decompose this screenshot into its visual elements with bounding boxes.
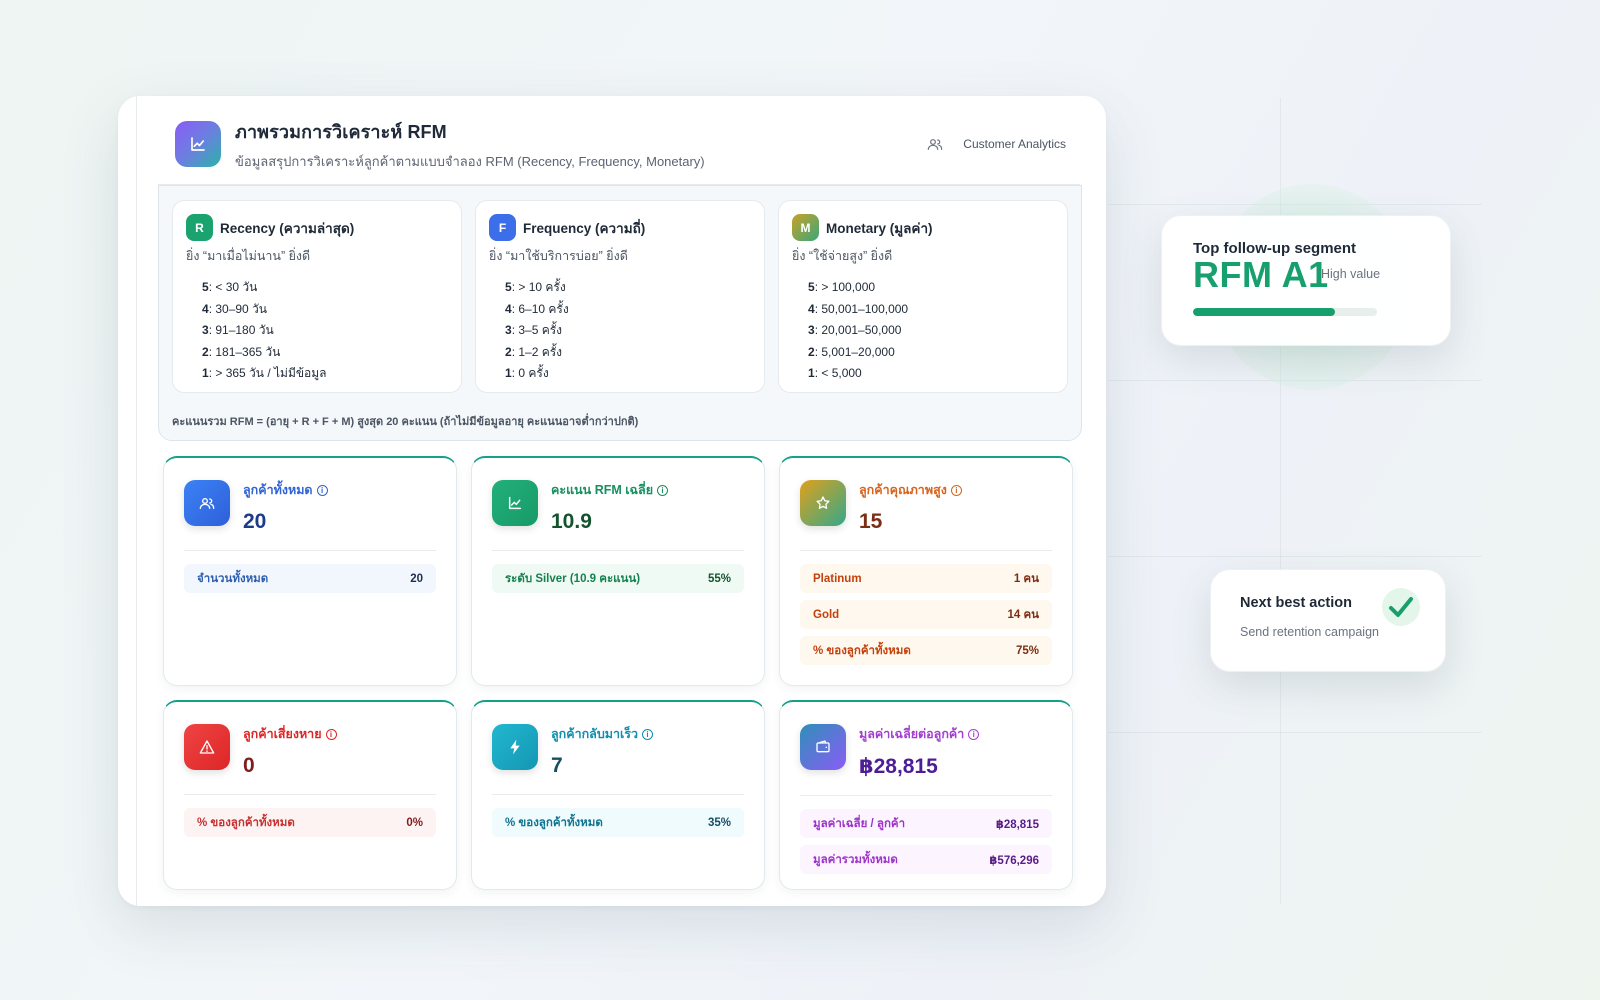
list-item: 1: < 5,000 [808,366,862,381]
info-icon[interactable]: i [950,484,962,496]
users-icon [927,137,943,151]
stat-label: คะแนน RFM เฉลี่ย [551,483,654,497]
stat-card-avg-value[interactable]: มูลค่าเฉลี่ยต่อลูกค้า i ฿28,815 มูลค่าเฉล… [779,700,1073,890]
stat-value: 15 [859,510,883,533]
stat-label: ลูกค้าคุณภาพสูง [859,483,947,497]
recency-title: Recency (ความล่าสุด) [220,220,355,236]
warning-icon [184,724,230,770]
frequency-desc: ยิ่ง “มาใช้บริการบ่อย” ยิ่งดี [489,249,628,263]
page-subtitle: ข้อมูลสรุปการวิเคราะห์ลูกค้าตามแบบจำลอง … [235,153,705,169]
recency-badge: R [186,214,213,241]
stat-value: 7 [551,754,563,777]
segment-card[interactable]: Top follow-up segment High value RFM A1 [1161,215,1451,346]
segment-tag: High value [1321,267,1381,281]
stat-label: ลูกค้าเสี่ยงหาย [243,727,322,741]
stat-divider [800,795,1052,796]
segment-name: RFM A1 [1193,254,1329,295]
check-icon [1382,588,1420,626]
list-item: 3: 91–180 วัน [202,323,274,338]
frequency-title: Frequency (ความถี่) [523,220,646,236]
stat-divider [492,794,744,795]
stat-row: มูลค่าเฉลี่ย / ลูกค้า ฿28,815 [800,809,1052,838]
stat-label: ลูกค้ากลับมาเร็ว [551,727,639,741]
stat-row: Platinum 1 คน [800,564,1052,593]
list-item: 2: 5,001–20,000 [808,344,895,359]
card-left-rule [136,96,137,906]
info-icon[interactable]: i [325,728,337,740]
lightning-icon [492,724,538,770]
chart-icon [492,480,538,526]
rfm-overview-card: ภาพรวมการวิเคราะห์ RFM ข้อมูลสรุปการวิเค… [118,96,1106,906]
stat-divider [492,550,744,551]
info-icon[interactable]: i [657,484,669,496]
users-icon [184,480,230,526]
stat-divider [800,550,1052,551]
stat-card-total-customers[interactable]: ลูกค้าทั้งหมด i 20 จำนวนทั้งหมด 20 [163,456,457,686]
page-title: ภาพรวมการวิเคราะห์ RFM [235,121,447,142]
stat-card-churn-risk[interactable]: ลูกค้าเสี่ยงหาย i 0 % ของลูกค้าทั้งหมด 0% [163,700,457,890]
stat-card-avg-rfm[interactable]: คะแนน RFM เฉลี่ย i 10.9 ระดับ Silver (10.… [471,456,765,686]
list-item: 3: 3–5 ครั้ง [505,323,563,338]
stat-value: 10.9 [551,510,592,533]
list-item: 4: 50,001–100,000 [808,301,909,316]
stat-divider [184,550,436,551]
stat-value: 20 [243,510,267,533]
stat-row: ระดับ Silver (10.9 คะแนน) 55% [492,564,744,593]
list-item: 4: 6–10 ครั้ง [505,301,569,316]
rfm-explainer-panel: R Recency (ความล่าสุด) ยิ่ง “มาเมื่อไม่น… [158,185,1082,441]
list-item: 1: 0 ครั้ง [505,366,549,381]
stat-row: % ของลูกค้าทั้งหมด 35% [492,808,744,837]
stat-label: มูลค่าเฉลี่ยต่อลูกค้า [859,727,965,741]
frequency-card: F Frequency (ความถี่) ยิ่ง “มาใช้บริการบ… [475,200,765,393]
monetary-levels: 5: > 100,000 4: 50,001–100,000 3: 20,001… [792,277,1054,385]
stat-value: ฿28,815 [859,755,938,778]
stat-divider [184,794,436,795]
stat-card-high-quality[interactable]: ลูกค้าคุณภาพสูง i 15 Platinum 1 คน Gold 14 … [779,456,1073,686]
list-item: 5: < 30 วัน [202,280,258,294]
monetary-card: M Monetary (มูลค่า) ยิ่ง “ใช้จ่ายสูง” ยิ… [778,200,1068,393]
list-item: 3: 20,001–50,000 [808,323,902,338]
stat-row: % ของลูกค้าทั้งหมด 75% [800,636,1052,665]
star-icon [800,480,846,526]
stat-card-returning[interactable]: ลูกค้ากลับมาเร็ว i 7 % ของลูกค้าทั้งหมด 35… [471,700,765,890]
stat-row: มูลค่ารวมทั้งหมด ฿576,296 [800,845,1052,874]
stat-row: % ของลูกค้าทั้งหมด 0% [184,808,436,837]
list-item: 1: > 365 วัน / ไม่มีข้อมูล [202,366,327,381]
chart-icon [175,121,221,167]
stat-label: ลูกค้าทั้งหมด [243,483,313,497]
frequency-levels: 5: > 10 ครั้ง 4: 6–10 ครั้ง 3: 3–5 ครั้ง… [489,277,751,385]
segment-progress-bar [1193,308,1377,316]
recency-levels: 5: < 30 วัน 4: 30–90 วัน 3: 91–180 วัน 2… [186,277,448,385]
action-subtitle: Send retention campaign [1240,625,1379,639]
list-item: 2: 181–365 วัน [202,344,281,359]
frequency-badge: F [489,214,516,241]
list-item: 2: 1–2 ครั้ง [505,344,563,359]
list-item: 5: > 10 ครั้ง [505,280,566,294]
rfm-formula-note: คะแนนรวม RFM = (อายุ + R + F + M) สูงสุด… [172,416,639,428]
next-action-card[interactable]: Next best action Send retention campaign [1210,569,1446,672]
monetary-desc: ยิ่ง “ใช้จ่ายสูง” ยิ่งดี [792,249,893,263]
segment-progress-fill [1193,308,1335,316]
info-icon[interactable]: i [642,728,654,740]
recency-card: R Recency (ความล่าสุด) ยิ่ง “มาเมื่อไม่น… [172,200,462,393]
info-icon[interactable]: i [968,728,980,740]
stat-row: Gold 14 คน [800,600,1052,629]
page-header: ภาพรวมการวิเคราะห์ RFM ข้อมูลสรุปการวิเค… [175,118,1066,170]
list-item: 5: > 100,000 [808,280,876,294]
stat-row: จำนวนทั้งหมด 20 [184,564,436,593]
customer-analytics-label[interactable]: Customer Analytics [963,137,1066,151]
info-icon[interactable]: i [316,484,328,496]
monetary-title: Monetary (มูลค่า) [826,220,933,236]
recency-desc: ยิ่ง “มาเมื่อไม่นาน” ยิ่งดี [186,249,311,263]
wallet-icon [800,724,846,770]
monetary-badge: M [792,214,819,241]
stat-value: 0 [243,754,255,777]
list-item: 4: 30–90 วัน [202,301,267,316]
